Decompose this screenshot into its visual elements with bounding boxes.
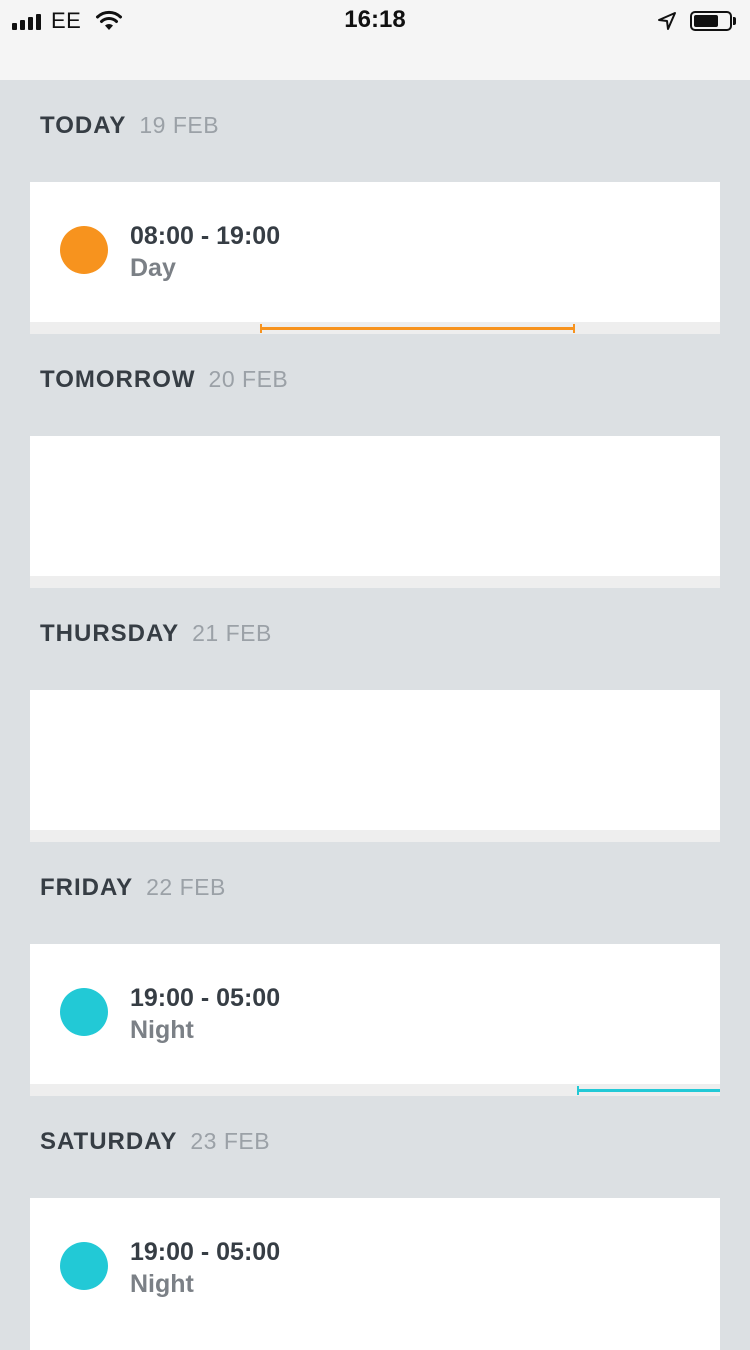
day-header-friday: FRIDAY 22 FEB [40, 874, 226, 914]
shift-card-today[interactable]: 08:00 - 19:00 Day [30, 182, 720, 334]
day-name: TOMORROW [40, 366, 196, 393]
shift-label: Day [130, 254, 176, 282]
shift-time: 19:00 - 05:00 [130, 1238, 281, 1266]
day-header-saturday: SATURDAY 23 FEB [40, 1128, 270, 1168]
day-date: 21 FEB [192, 620, 272, 646]
status-clock: 16:18 [344, 6, 406, 33]
day-date: 20 FEB [208, 366, 289, 392]
shift-card-friday[interactable]: 19:00 - 05:00 Night [30, 944, 720, 1096]
status-bar: EE 16:18 [0, 0, 750, 80]
day-name: TODAY [40, 112, 127, 139]
battery-tip [733, 17, 736, 25]
shift-type-dot [60, 988, 108, 1036]
day-header-thursday: THURSDAY 21 FEB [40, 620, 272, 660]
location-arrow-icon [658, 12, 676, 30]
day-date: 19 FEB [139, 112, 220, 138]
shift-timeline [30, 830, 720, 842]
shift-type-dot [60, 226, 108, 274]
shift-type-dot [60, 1242, 108, 1290]
day-date: 23 FEB [190, 1128, 271, 1154]
shift-timeline-bar [260, 324, 575, 333]
battery-level-fill [694, 15, 718, 27]
shift-label: Night [130, 1270, 194, 1298]
shift-label: Night [130, 1016, 194, 1044]
shift-timeline [30, 322, 720, 334]
shift-time: 19:00 - 05:00 [130, 984, 281, 1012]
day-name: FRIDAY [40, 874, 134, 901]
shift-timeline [30, 1084, 720, 1096]
shift-timeline-bar [577, 1086, 720, 1095]
battery-icon [690, 11, 732, 31]
day-date: 22 FEB [146, 874, 226, 900]
shift-time: 08:00 - 19:00 [130, 222, 281, 250]
status-right [656, 8, 736, 34]
shift-card-saturday[interactable]: 19:00 - 05:00 Night [30, 1198, 720, 1350]
day-name: THURSDAY [40, 620, 180, 647]
shift-timeline [30, 576, 720, 588]
day-name: SATURDAY [40, 1128, 178, 1155]
shift-card-thursday[interactable] [30, 690, 720, 842]
shift-card-tomorrow[interactable] [30, 436, 720, 588]
day-header-tomorrow: TOMORROW 20 FEB [40, 366, 288, 406]
day-header-today: TODAY 19 FEB [40, 112, 219, 152]
